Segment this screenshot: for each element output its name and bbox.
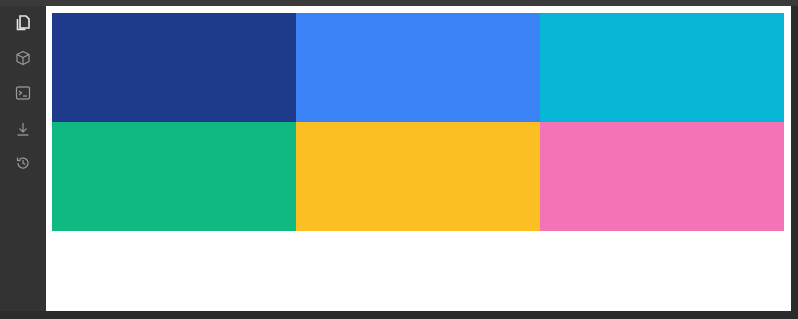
swatch	[52, 13, 296, 122]
resize-handle[interactable]	[407, 312, 431, 318]
swatch	[296, 13, 540, 122]
terminal-icon	[15, 86, 31, 100]
package-icon	[16, 50, 30, 66]
swatch	[52, 122, 296, 231]
right-border	[791, 6, 798, 311]
sidebar	[0, 6, 46, 311]
swatch	[540, 122, 784, 231]
files-icon	[16, 15, 30, 31]
swatch	[540, 13, 784, 122]
history-icon	[16, 157, 29, 169]
color-swatch-grid	[52, 13, 784, 231]
packages-button[interactable]	[13, 48, 33, 68]
files-button[interactable]	[13, 13, 33, 33]
swatch	[296, 122, 540, 231]
app-window	[0, 0, 798, 319]
download-button[interactable]	[13, 119, 33, 139]
history-button[interactable]	[13, 153, 33, 173]
bottom-bar	[0, 311, 798, 319]
download-icon	[17, 123, 29, 136]
preview-pane	[46, 6, 791, 311]
console-button[interactable]	[13, 83, 33, 103]
